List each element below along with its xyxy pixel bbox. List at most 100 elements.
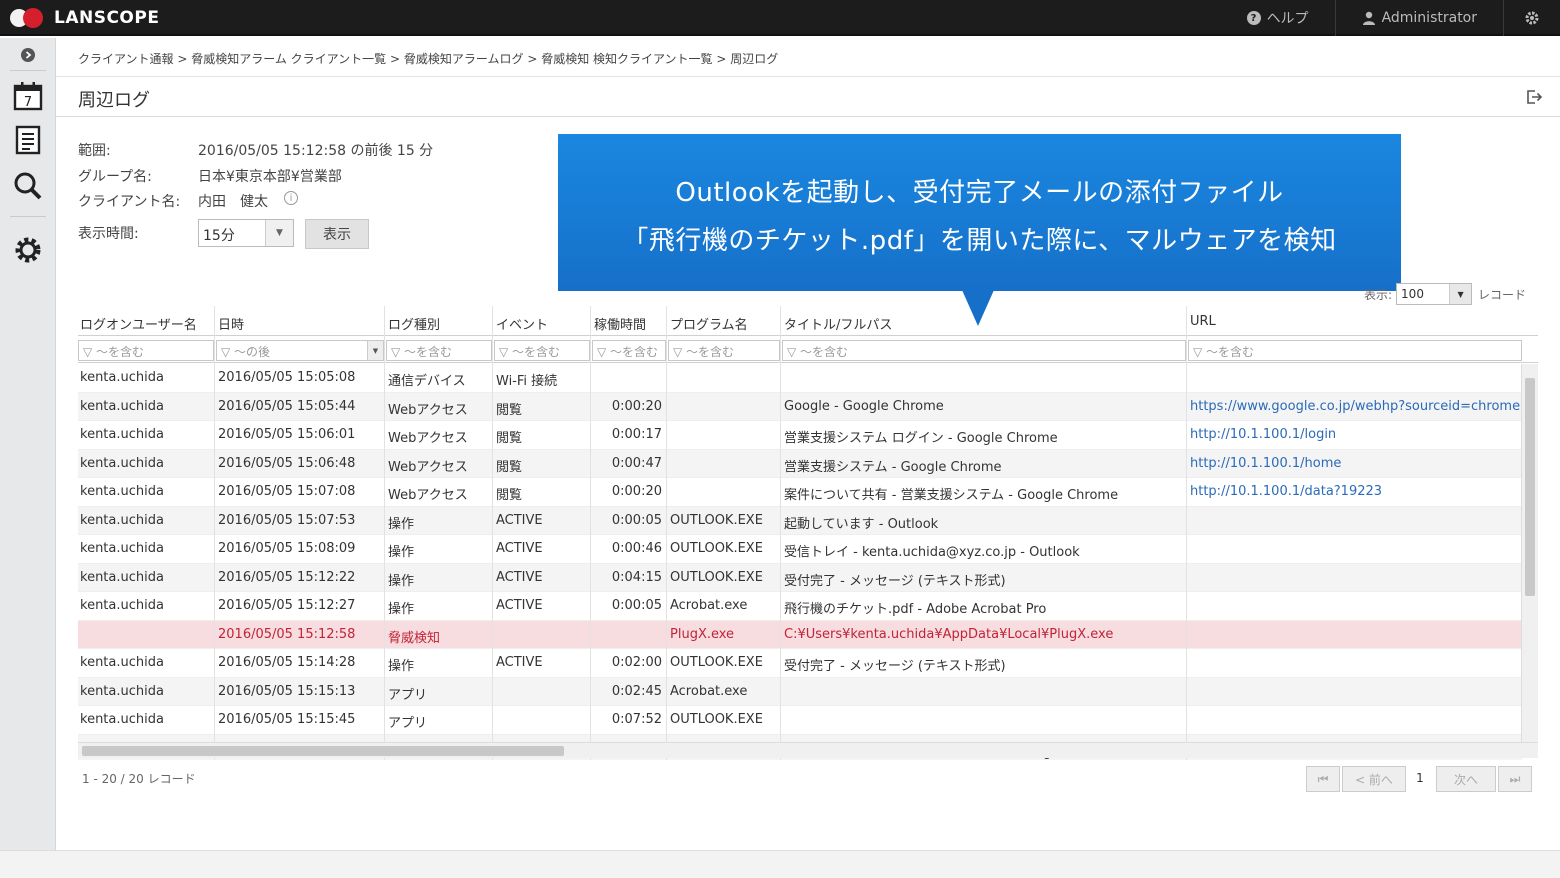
document-list-icon xyxy=(15,125,41,155)
table-row[interactable]: kenta.uchida 2016/05/05 15:05:44 Webアクセス 閲覧… xyxy=(78,392,1522,421)
cell-url[interactable]: http://10.1.100.1/home xyxy=(1190,456,1520,471)
breadcrumb[interactable]: クライアント通報 > 脅威検知アラーム クライアント一覧 > 脅威検知アラームロ… xyxy=(78,50,778,67)
client-value: 内田 健太 xyxy=(198,194,268,210)
display-time-select[interactable]: 15分 ▼ xyxy=(198,219,294,247)
table-row[interactable]: kenta.uchida 2016/05/05 15:15:45 アプリ 0:07:5… xyxy=(78,706,1522,735)
table-row[interactable]: kenta.uchida 2016/05/05 15:15:13 アプリ 0:02:4… xyxy=(78,677,1522,706)
cell-event: ACTIVE xyxy=(496,541,543,556)
cell-uptime: 0:00:17 xyxy=(611,427,662,442)
sidebar-item-calendar[interactable]: 7 xyxy=(0,80,56,112)
svg-text:7: 7 xyxy=(24,95,32,110)
cell-log-type: 操作 xyxy=(388,545,415,560)
sidebar-item-search[interactable] xyxy=(0,170,56,202)
cell-uptime: 0:02:45 xyxy=(611,683,662,699)
column-header-log-type[interactable]: ログ種別 xyxy=(388,314,440,333)
filter-input-program[interactable]: ▽ ～を含む xyxy=(668,340,780,361)
info-icon[interactable]: i xyxy=(284,191,298,205)
filter-input-datetime[interactable]: ▽ ～の後 ▼ xyxy=(216,340,384,361)
table-row[interactable]: kenta.uchida 2016/05/05 15:05:08 通信デバイス Wi-… xyxy=(78,364,1522,393)
vertical-scrollbar[interactable] xyxy=(1521,364,1538,742)
gear-icon xyxy=(15,237,41,263)
cell-event: 閲覧 xyxy=(496,488,523,503)
show-button[interactable]: 表示 xyxy=(305,219,369,249)
column-header-event[interactable]: イベント xyxy=(496,314,548,333)
filter-input-event[interactable]: ▽ ～を含む xyxy=(494,340,590,361)
last-page-button[interactable]: ⏭ xyxy=(1498,766,1532,792)
lanscope-logo[interactable]: LANSCOPE xyxy=(10,6,159,30)
settings-button[interactable] xyxy=(1503,0,1560,36)
horizontal-scroll-thumb[interactable] xyxy=(82,746,564,756)
column-header-user[interactable]: ログオンユーザー名 xyxy=(80,314,197,333)
cell-datetime: 2016/05/05 15:07:53 xyxy=(218,512,356,528)
callout-annotation: Outlookを起動し、受付完了メールの添付ファイル 「飛行機のチケット.pdf… xyxy=(558,134,1401,291)
cell-uptime: 0:00:05 xyxy=(611,512,662,528)
cell-datetime: 2016/05/05 15:05:08 xyxy=(218,370,356,385)
filter-placeholder: ▽ ～を含む xyxy=(499,345,561,359)
horizontal-scrollbar[interactable] xyxy=(78,742,1538,758)
column-header-uptime[interactable]: 稼働時間 xyxy=(594,314,646,333)
table-row[interactable]: kenta.uchida 2016/05/05 15:07:53 操作 ACTIVE 0… xyxy=(78,506,1522,535)
cell-log-type: 操作 xyxy=(388,659,415,674)
cell-program: PlugX.exe xyxy=(670,626,735,642)
cell-program: OUTLOOK.EXE xyxy=(670,655,763,670)
table-row[interactable]: kenta.uchida 2016/05/05 15:12:22 操作 ACTIVE 0… xyxy=(78,563,1522,592)
cell-log-type: 通信デバイス xyxy=(388,374,466,389)
vertical-scroll-thumb[interactable] xyxy=(1525,378,1535,596)
sidebar-item-logs[interactable] xyxy=(0,124,56,156)
filter-placeholder: ▽ ～を含む xyxy=(597,345,659,359)
table-row[interactable]: kenta.uchida 2016/05/05 15:06:01 Webアクセス 閲覧… xyxy=(78,421,1522,450)
table-row[interactable]: kenta.uchida 2016/05/05 15:08:09 操作 ACTIVE 0… xyxy=(78,535,1522,564)
column-header-datetime[interactable]: 日時 xyxy=(218,314,244,333)
help-link[interactable]: ? ヘルプ xyxy=(1221,0,1335,36)
cell-log-type: 操作 xyxy=(388,573,415,589)
cell-title-path: 起動しています - Outlook xyxy=(784,516,939,532)
cell-log-type: Webアクセス xyxy=(388,459,468,475)
cell-log-type: 操作 xyxy=(388,516,415,532)
cell-url[interactable]: http://10.1.100.1/login xyxy=(1190,427,1520,442)
export-icon[interactable] xyxy=(1526,90,1542,104)
column-header-program[interactable]: プログラム名 xyxy=(670,314,748,333)
callout-line-2: 「飛行機のチケット.pdf」を開いた際に、マルウェアを検知 xyxy=(622,226,1337,256)
table-row-alert[interactable]: 2016/05/05 15:12:58 脅威検知 PlugX.exe C:¥Users… xyxy=(78,620,1522,649)
client-label: クライアント名: xyxy=(78,194,181,210)
records-per-page: 表示: 100 ▼ レコード xyxy=(1364,283,1526,305)
cell-log-type: アプリ xyxy=(388,687,428,703)
column-header-url[interactable]: URL xyxy=(1190,314,1216,329)
cell-uptime: 0:07:52 xyxy=(611,712,662,727)
cell-url[interactable]: http://10.1.100.1/data?19223 xyxy=(1190,484,1520,499)
filter-input-title-path[interactable]: ▽ ～を含む xyxy=(782,340,1186,361)
cell-datetime: 2016/05/05 15:05:44 xyxy=(218,398,356,414)
cell-user: kenta.uchida xyxy=(80,569,164,585)
table-row[interactable]: kenta.uchida 2016/05/05 15:14:28 操作 ACTIVE 0… xyxy=(78,649,1522,678)
cell-url[interactable]: https://www.google.co.jp/webhp?sourceid=… xyxy=(1190,399,1520,414)
next-page-button[interactable]: 次へ xyxy=(1436,766,1496,792)
chevron-down-icon[interactable]: ▼ xyxy=(367,341,383,360)
cell-log-type: Webアクセス xyxy=(388,488,468,503)
table-row[interactable]: kenta.uchida 2016/05/05 15:07:08 Webアクセス 閲覧… xyxy=(78,478,1522,507)
cell-datetime: 2016/05/05 15:06:01 xyxy=(218,427,356,442)
top-bar: LANSCOPE ? ヘルプ Administrator xyxy=(0,0,1560,36)
cell-uptime: 0:00:47 xyxy=(611,455,662,471)
column-header-title-path[interactable]: タイトル/フルパス xyxy=(784,314,892,333)
cell-event: ACTIVE xyxy=(496,598,543,613)
prev-page-button[interactable]: < 前へ xyxy=(1342,766,1406,792)
callout-line-1: Outlookを起動し、受付完了メールの添付ファイル xyxy=(675,178,1284,208)
current-page: 1 xyxy=(1416,771,1424,785)
group-label: グループ名: xyxy=(78,169,152,185)
cell-datetime: 2016/05/05 15:12:22 xyxy=(218,569,356,585)
cell-user: kenta.uchida xyxy=(80,712,164,727)
table-row[interactable]: kenta.uchida 2016/05/05 15:12:27 操作 ACTIVE 0… xyxy=(78,592,1522,621)
user-label: Administrator xyxy=(1381,10,1477,26)
sidebar-item-settings[interactable] xyxy=(0,234,56,266)
filter-input-log-type[interactable]: ▽ ～を含む xyxy=(386,340,492,361)
cell-user: kenta.uchida xyxy=(80,598,164,613)
filter-input-url[interactable]: ▽ ～を含む xyxy=(1188,340,1522,361)
first-page-button[interactable]: ⏮ xyxy=(1306,766,1340,792)
filter-input-uptime[interactable]: ▽ ～を含む xyxy=(592,340,666,361)
records-per-page-select[interactable]: 100 ▼ xyxy=(1396,283,1473,305)
filter-input-user[interactable]: ▽ ～を含む xyxy=(78,340,214,361)
user-menu[interactable]: Administrator xyxy=(1334,0,1503,36)
sidebar-toggle-button[interactable] xyxy=(0,46,56,64)
table-row[interactable]: kenta.uchida 2016/05/05 15:06:48 Webアクセス 閲覧… xyxy=(78,449,1522,478)
cell-program: OUTLOOK.EXE xyxy=(670,541,763,556)
